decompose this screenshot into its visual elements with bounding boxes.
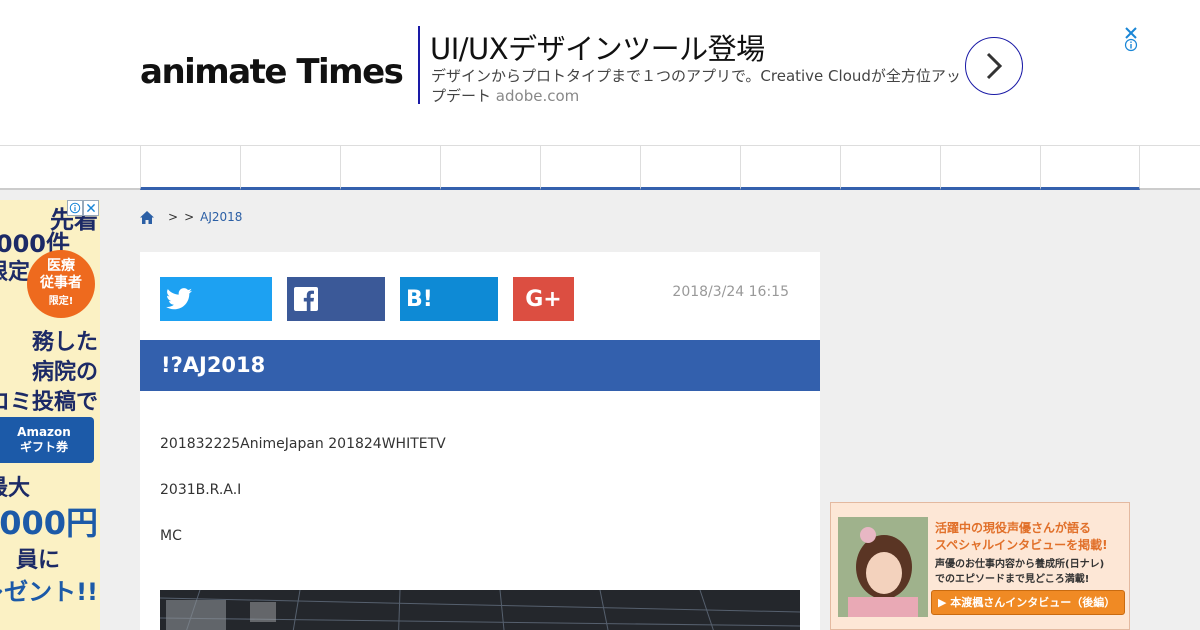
article-paragraph: 201832225AnimeJapan 201824WHITETV (160, 436, 446, 452)
article-title: !?AJ2018 (161, 353, 266, 377)
article-paragraph: MC (160, 528, 182, 544)
nav-item[interactable] (140, 146, 240, 190)
article-title-bar: !?AJ2018 (140, 340, 820, 391)
ad-portrait-image (838, 517, 928, 617)
site-header: animate Times UI/UXデザインツール登場 デザインからプロトタイ… (0, 0, 1200, 146)
ad-subtext: 声優のお仕事内容から養成所(日ナレ) (935, 559, 1105, 570)
ad-close-button[interactable] (83, 200, 99, 216)
ad-text: プレゼント!! (0, 578, 98, 606)
portrait-illustration (838, 517, 928, 617)
badge-line: 医療 (47, 258, 75, 274)
gift-label: ギフト券 (19, 440, 68, 454)
ad-text: 2,000円 (0, 504, 98, 542)
badge-line: 限定! (48, 296, 74, 307)
amazon-gift-badge: Amazon ギフト券 (0, 417, 94, 463)
amazon-label: Amazon (17, 425, 71, 439)
badge-line: 従事者 (40, 275, 82, 291)
ad-divider (418, 26, 420, 104)
hatena-icon: B! (406, 286, 433, 312)
nav-item[interactable] (440, 146, 540, 190)
article-date: 2018/3/24 16:15 (672, 284, 789, 300)
ad-description[interactable]: デザインからプロトタイプまで１つのアプリで。Creative Cloudが全方位… (431, 66, 961, 106)
nav-item[interactable] (1040, 146, 1140, 190)
nav-item[interactable] (540, 146, 640, 190)
nav-item[interactable] (940, 146, 1040, 190)
ad-info-button[interactable] (67, 200, 83, 216)
close-icon (86, 203, 96, 213)
main-nav (0, 146, 1200, 190)
nav-item[interactable] (740, 146, 840, 190)
article-photo[interactable] (160, 590, 800, 630)
ad-text: コミ投稿で (0, 390, 98, 415)
site-logo[interactable]: animate Times (140, 52, 404, 92)
event-hall-image (160, 590, 800, 630)
ad-title[interactable]: UI/UXデザインツール登場 (430, 26, 765, 68)
article-card: B! G+ 2018/3/24 16:15 !?AJ2018 201832225… (140, 252, 820, 630)
chevron-right-icon (986, 52, 1003, 80)
ad-text: 限定 (0, 260, 30, 285)
breadcrumb-current[interactable]: AJ2018 (200, 210, 242, 224)
share-hatena-button[interactable]: B! (400, 277, 498, 321)
share-facebook-button[interactable] (287, 277, 385, 321)
ad-headline: スペシャルインタビューを掲載! (935, 538, 1108, 552)
breadcrumb-separator: > (168, 210, 179, 224)
breadcrumb-separator: > (184, 210, 195, 224)
nav-item[interactable] (240, 146, 340, 190)
share-twitter-button[interactable] (160, 277, 272, 321)
nav-item[interactable] (340, 146, 440, 190)
facebook-icon (294, 287, 318, 311)
ad-text: 務した (31, 330, 98, 355)
info-icon[interactable] (1124, 38, 1138, 52)
info-icon (69, 202, 81, 214)
ad-next-button[interactable] (965, 37, 1023, 95)
ad-subtext: でのエピソードまで見どころ満載! (935, 574, 1090, 585)
interview-button[interactable]: ▶ 本渡楓さんインタビュー（後編） (931, 590, 1125, 615)
right-side-ad[interactable]: 活躍中の現役声優さんが語る スペシャルインタビューを掲載! 声優のお仕事内容から… (830, 502, 1130, 630)
home-icon[interactable] (140, 210, 154, 224)
ad-badge: 医療 従事者 限定! (27, 250, 95, 318)
ad-domain: adobe.com (495, 87, 580, 105)
nav-item[interactable] (840, 146, 940, 190)
gplus-icon: G+ (525, 286, 562, 312)
breadcrumb: > > AJ2018 (140, 208, 242, 226)
ad-text: 員に (15, 548, 60, 573)
left-side-ad[interactable]: 先着 000件 限定 医療 従事者 限定! 務した 病院の コミ投稿で Amaz… (0, 200, 100, 630)
ad-text: 病院の (31, 360, 98, 385)
twitter-icon (166, 288, 192, 310)
ad-headline: 活躍中の現役声優さんが語る (935, 521, 1092, 535)
article-paragraph: 2031B.R.A.I (160, 482, 242, 498)
share-gplus-button[interactable]: G+ (513, 277, 574, 321)
top-ad-banner[interactable]: UI/UXデザインツール登場 デザインからプロトタイプまで１つのアプリで。Cre… (418, 26, 1138, 106)
nav-item[interactable] (640, 146, 740, 190)
